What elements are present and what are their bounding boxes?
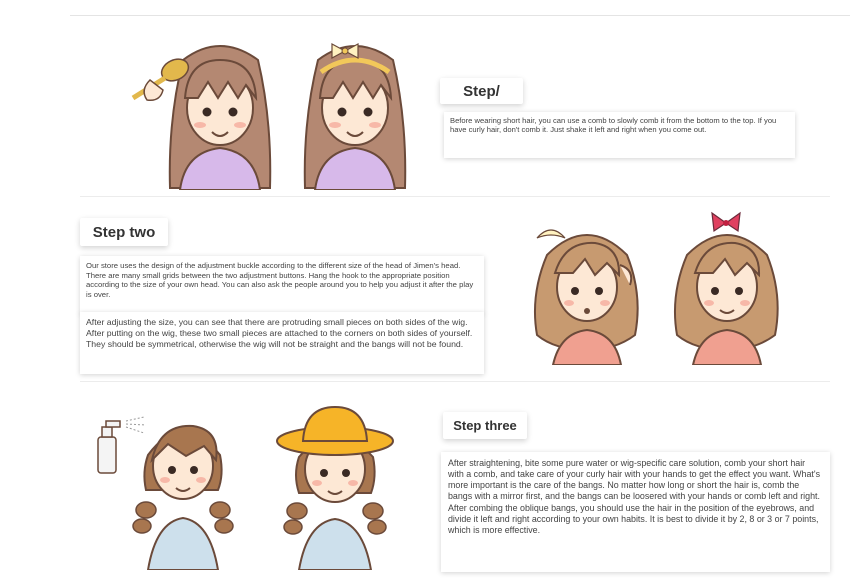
step-three-title: Step three <box>443 412 527 439</box>
girl-with-hat-illustration <box>276 405 394 570</box>
step-one-text: Before wearing short hair, you can use a… <box>444 112 795 158</box>
girl-with-braids-illustration <box>132 424 234 570</box>
step-one-title: Step/ <box>440 78 523 104</box>
step-two-text-adjustment-buckle: Our store uses the design of the adjustm… <box>80 256 484 314</box>
top-divider <box>70 15 850 16</box>
hair-clip-icon <box>536 229 566 239</box>
bow-headband-icon <box>331 42 359 60</box>
red-bow-icon <box>711 211 741 233</box>
step-three-text: After straightening, bite some pure wate… <box>441 452 830 572</box>
section-divider-1 <box>80 196 830 197</box>
step-two-text-wig-pieces: After adjusting the size, you can see th… <box>80 312 484 374</box>
section-divider-2 <box>80 381 830 382</box>
girl-with-bow-illustration <box>673 234 779 365</box>
comb-icon <box>131 58 190 102</box>
girl-with-headband-illustration <box>303 45 407 190</box>
step-two-title: Step two <box>80 218 168 246</box>
